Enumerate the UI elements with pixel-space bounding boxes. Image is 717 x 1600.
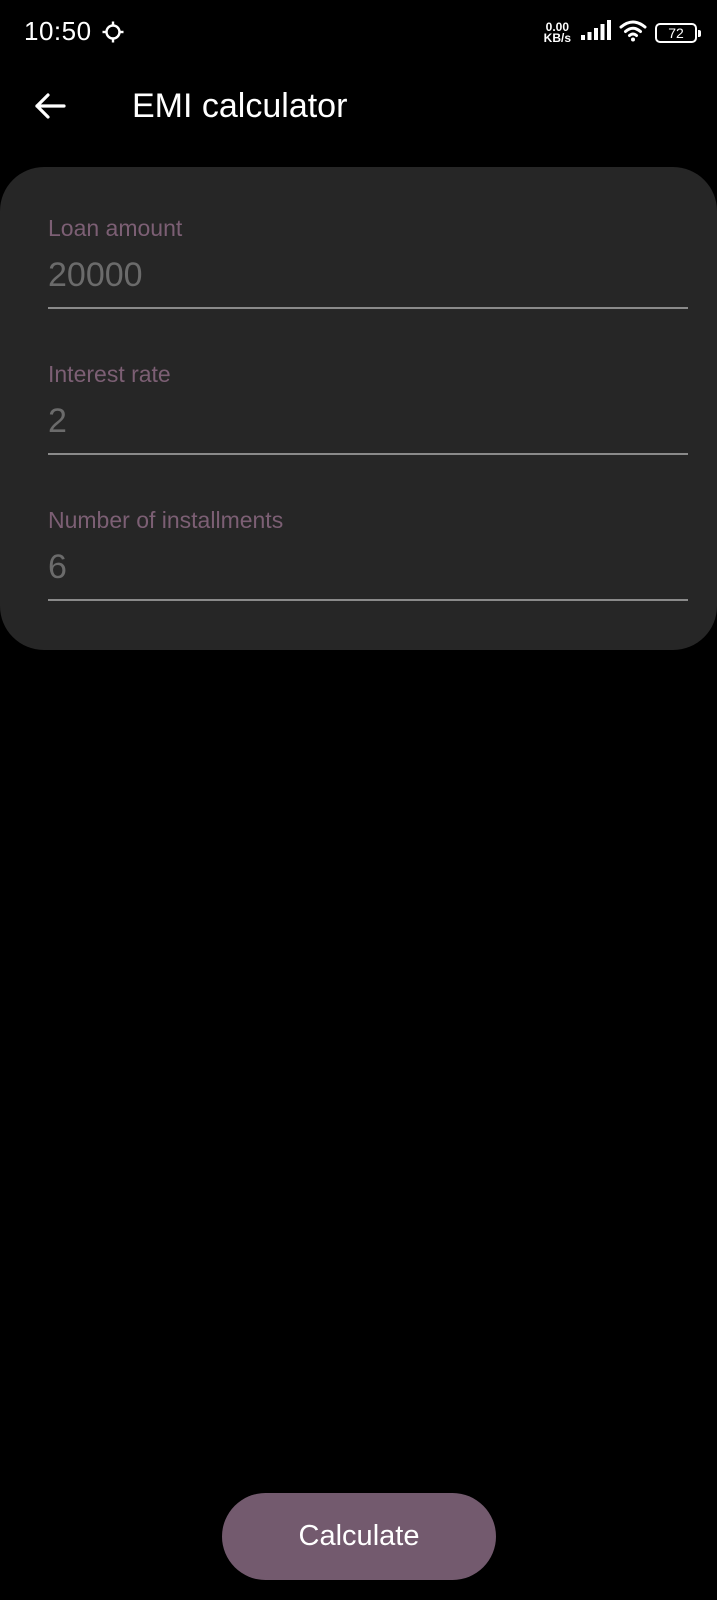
network-speed: 0.00 KB/s: [543, 21, 571, 45]
back-button[interactable]: [24, 82, 76, 134]
interest-rate-input[interactable]: [48, 399, 688, 443]
installments-input[interactable]: [48, 545, 688, 589]
loan-form-card: Loan amount Interest rate Number of inst…: [0, 167, 717, 650]
installments-field: Number of installments: [48, 507, 688, 617]
wifi-icon: [619, 20, 647, 47]
installments-underline: [48, 599, 688, 601]
network-speed-unit: KB/s: [543, 31, 571, 45]
installments-label: Number of installments: [48, 507, 284, 533]
calculate-button[interactable]: Calculate: [222, 1493, 496, 1580]
loan-amount-label: Loan amount: [48, 215, 183, 241]
loan-amount-input[interactable]: [48, 253, 688, 297]
status-indicators: 0.00 KB/s 72: [543, 18, 701, 48]
status-time: 10:50: [24, 16, 92, 46]
page-title: EMI calculator: [132, 87, 348, 125]
arrow-back-icon: [34, 92, 66, 125]
battery-icon: 72: [655, 23, 701, 43]
app-bar: EMI calculator: [0, 70, 717, 150]
signal-icon: [581, 19, 611, 47]
loan-amount-underline: [48, 307, 688, 309]
battery-level: 72: [668, 25, 684, 41]
status-bar: 10:50 0.00 KB/s 72: [0, 0, 717, 68]
interest-rate-underline: [48, 453, 688, 455]
interest-rate-label: Interest rate: [48, 361, 171, 387]
interest-rate-field: Interest rate: [48, 361, 688, 471]
loan-amount-field: Loan amount: [48, 215, 688, 325]
sync-icon: [102, 21, 124, 43]
